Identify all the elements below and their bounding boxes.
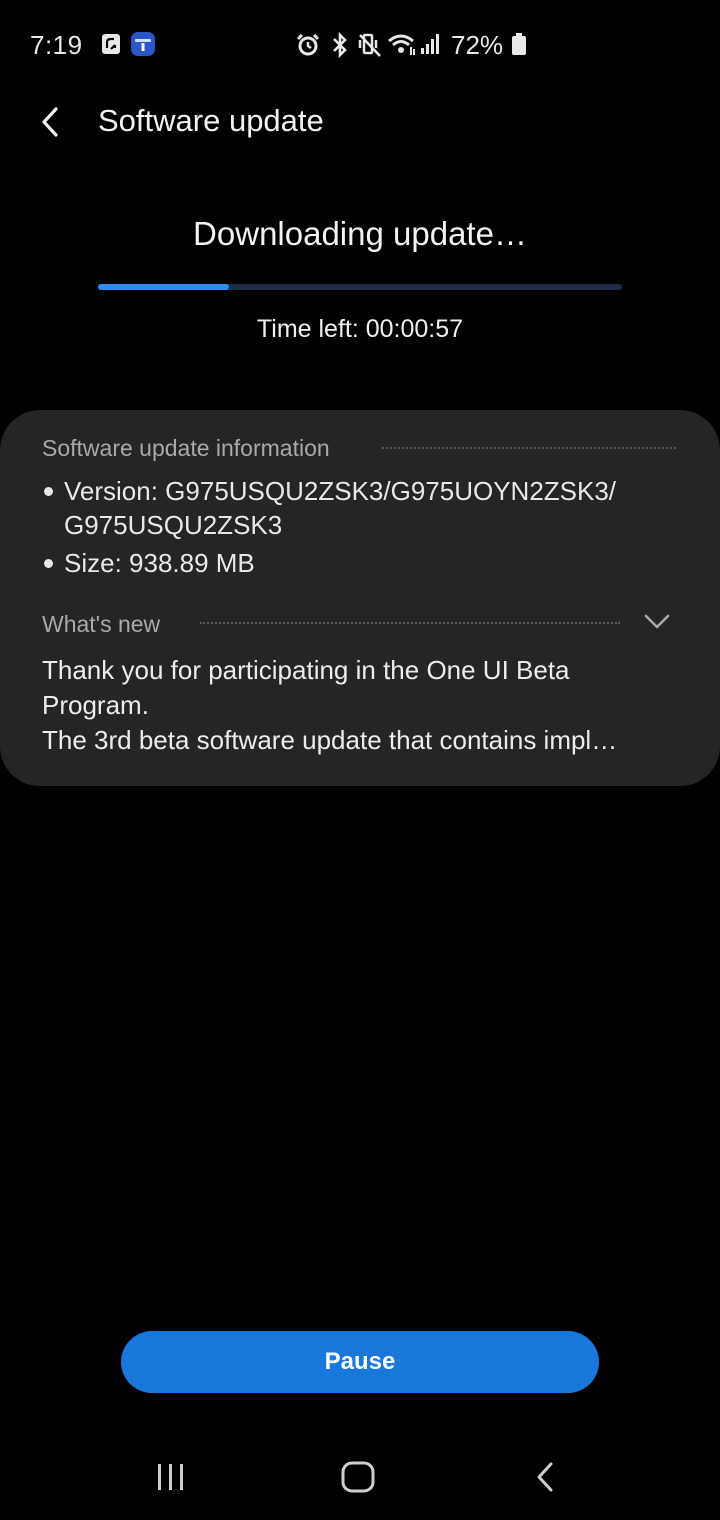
download-status: Downloading update… — [193, 215, 527, 252]
nfc-icon — [101, 33, 121, 60]
time-left-label: Time left: — [256, 315, 359, 343]
home-icon — [341, 1461, 375, 1493]
time-left: Time left: 00:00:57 — [0, 315, 720, 344]
bluetooth-icon — [330, 31, 350, 63]
samsung-notification-icon — [130, 31, 156, 62]
battery-percent: 72% — [451, 30, 504, 60]
recents-icon — [158, 1464, 183, 1490]
chevron-left-icon — [42, 107, 58, 137]
download-progress-fill — [98, 284, 229, 290]
nav-back-button[interactable] — [515, 1452, 575, 1502]
expand-whats-new-button[interactable] — [642, 610, 672, 634]
wifi-icon — [387, 33, 417, 62]
cell-signal-icon — [420, 33, 442, 60]
info-heading: Software update information — [42, 435, 330, 461]
vibrate-mute-icon — [358, 32, 382, 63]
time-left-value: 00:00:57 — [365, 315, 464, 343]
whats-new-divider — [200, 622, 620, 624]
recents-button[interactable] — [141, 1452, 201, 1502]
back-icon — [537, 1462, 553, 1492]
whats-new-heading: What's new — [42, 611, 161, 637]
bullet — [44, 559, 53, 568]
pause-button[interactable]: Pause — [121, 1331, 599, 1393]
status-time: 7:19 — [30, 30, 83, 60]
chevron-down-icon — [644, 614, 670, 629]
version-line: Version: G975USQU2ZSK3/G975UOYN2ZSK3/ — [64, 476, 617, 506]
bullet — [44, 487, 53, 496]
status-bar: 7:19 72% — [0, 0, 720, 90]
whats-new-text-line: The 3rd beta software update that contai… — [42, 725, 618, 755]
heading-divider — [382, 447, 676, 449]
size-line: Size: 938.89 MB — [64, 548, 255, 578]
download-progress-bar — [98, 284, 622, 290]
page-title: Software update — [98, 103, 324, 138]
whats-new-text-line: Thank you for participating in the One U… — [42, 655, 570, 685]
battery-icon — [512, 33, 526, 60]
alarm-icon — [296, 33, 320, 62]
version-line-continued: G975USQU2ZSK3 — [64, 510, 283, 540]
home-button[interactable] — [328, 1452, 388, 1502]
whats-new-text-line: Program. — [42, 690, 149, 720]
back-button[interactable] — [28, 100, 72, 144]
